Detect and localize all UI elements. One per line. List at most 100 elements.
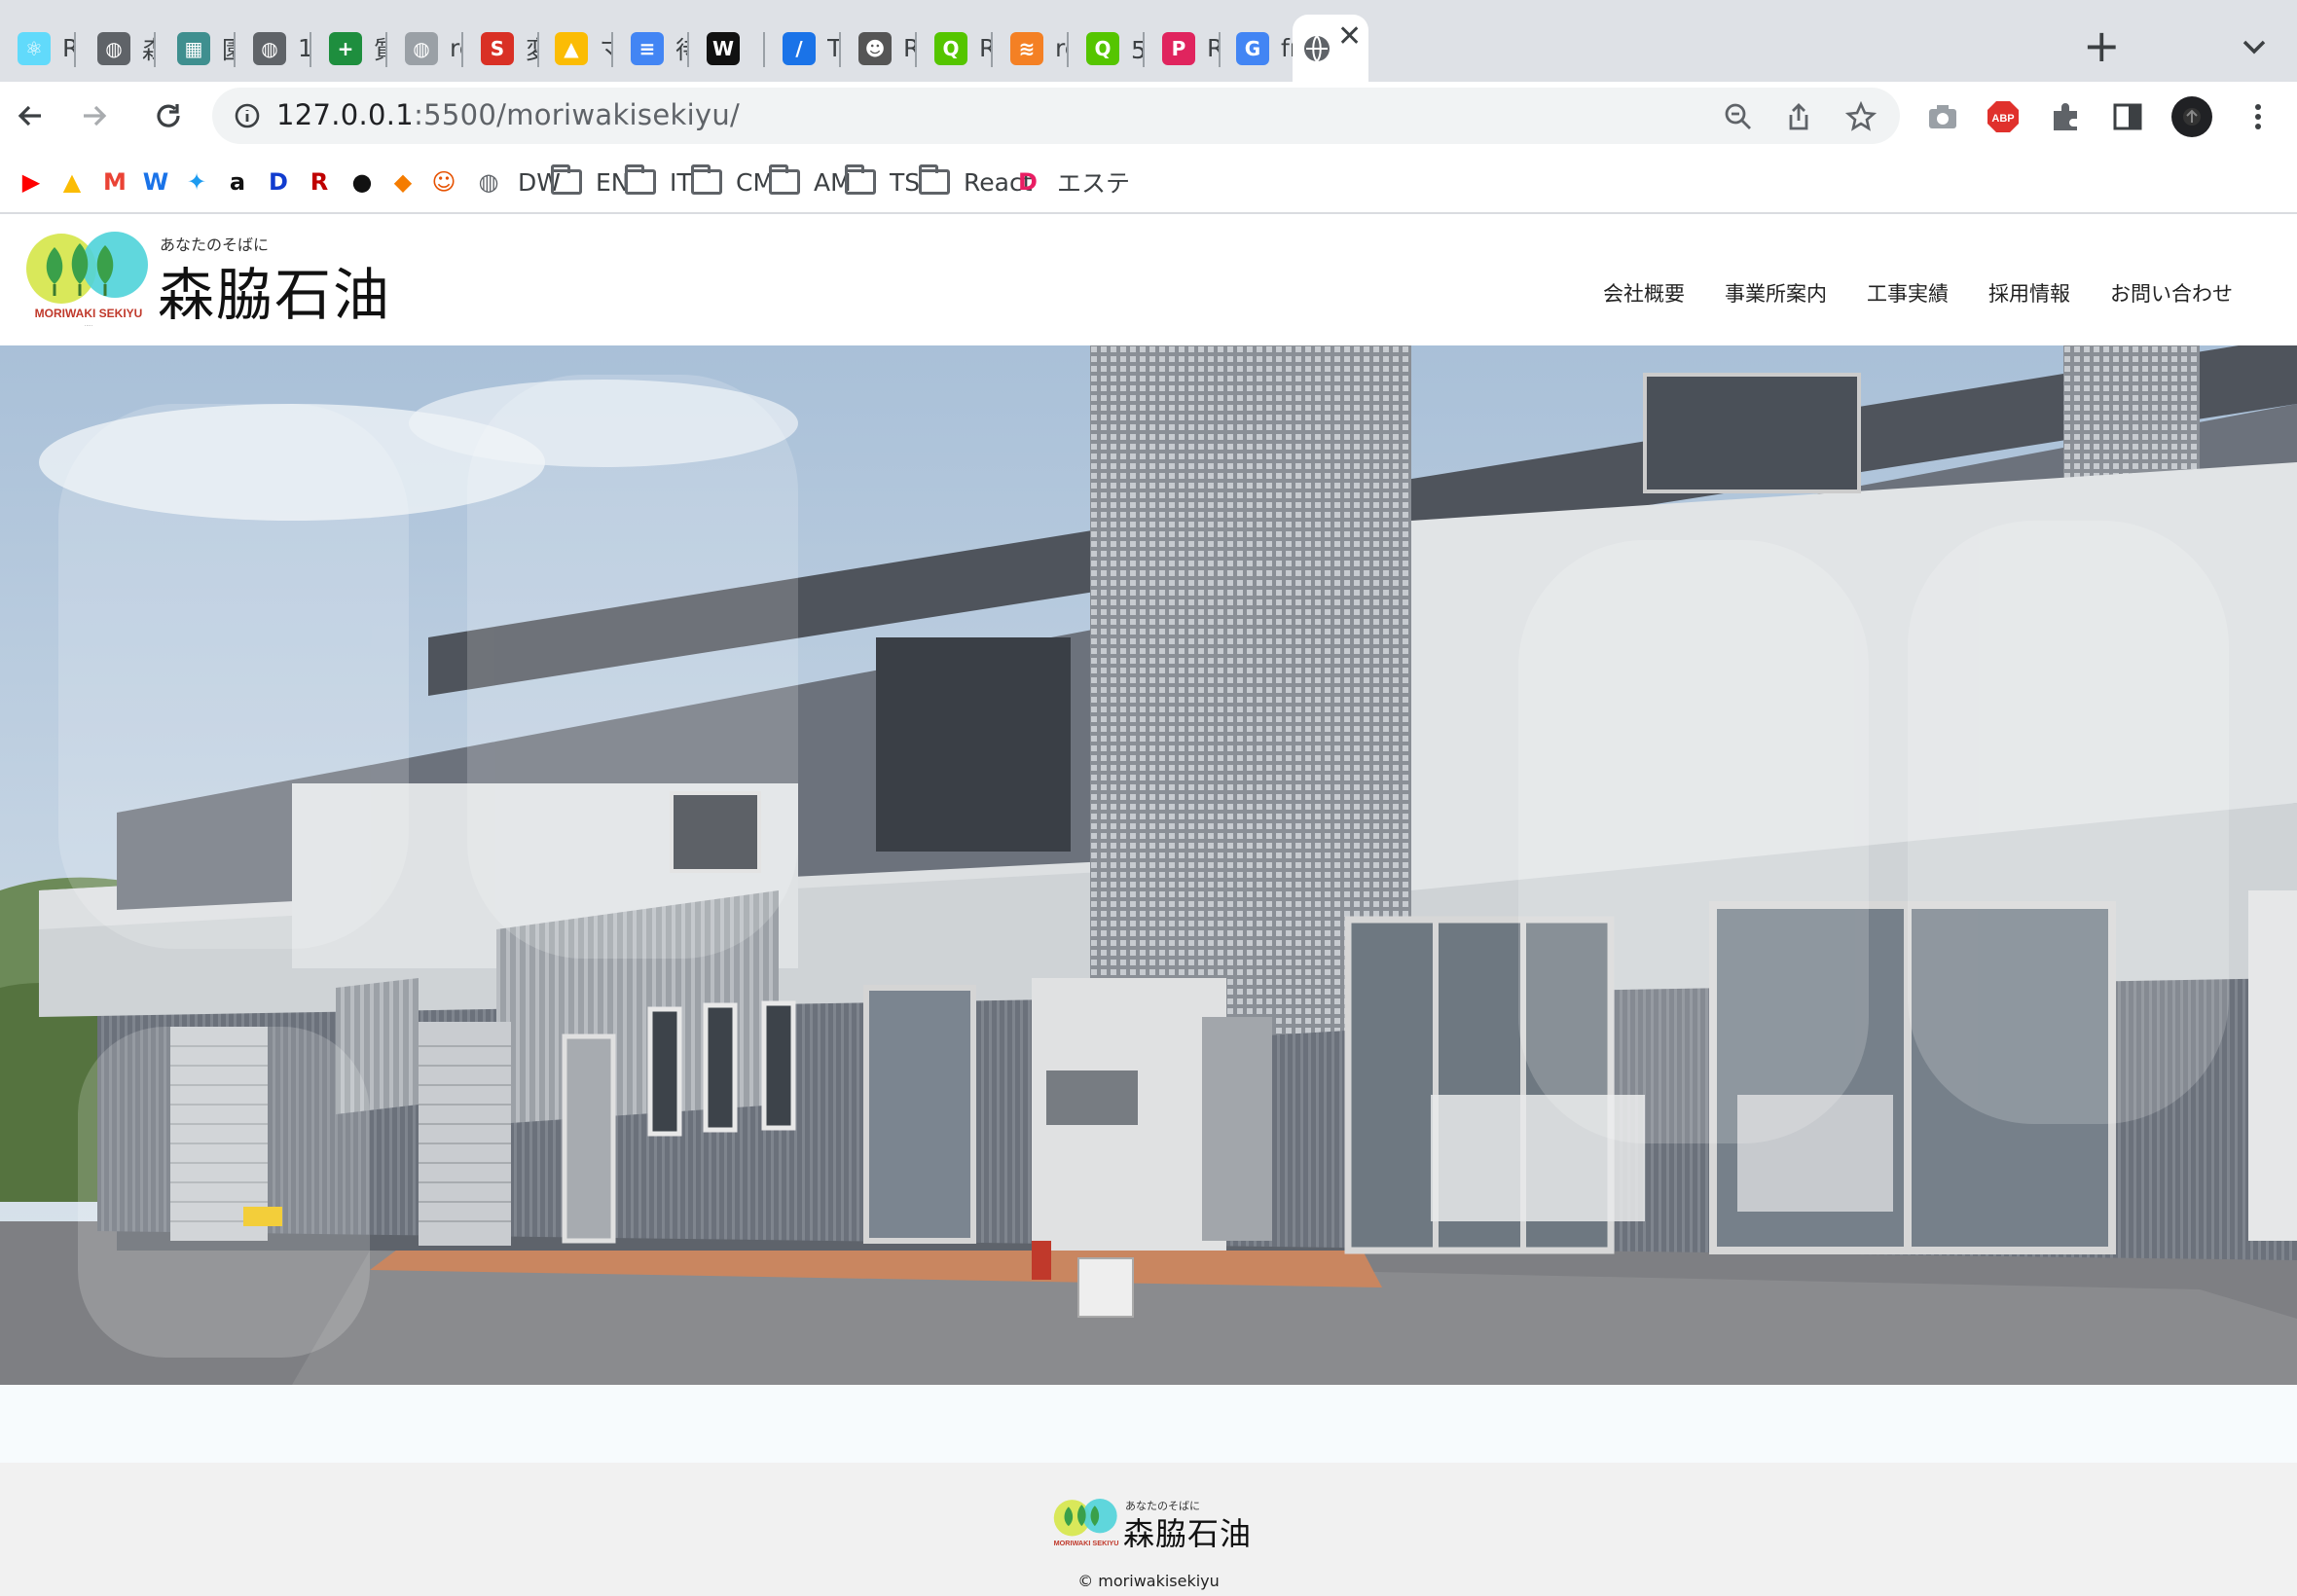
d-icon: D (1018, 168, 1038, 196)
react-icon: ⚛ (18, 31, 51, 65)
tab-9[interactable]: ≡待機 (613, 15, 689, 82)
forward-button[interactable] (74, 95, 115, 136)
bookmark-drive[interactable]: ▲ (56, 165, 88, 199)
new-tab-button[interactable]: + (2083, 23, 2121, 68)
bookmark-twitter[interactable]: ✦ (181, 165, 212, 199)
docs-icon: ≡ (631, 31, 664, 65)
address-bar[interactable]: 127.0.0.1:5500/moriwakisekiyu/ (212, 88, 1900, 144)
bookmark-label: TS (890, 167, 921, 197)
qiita-icon: Q (1086, 31, 1119, 65)
folder-icon (919, 164, 950, 198)
bookmark-face[interactable]: ☺ (428, 165, 459, 199)
nav-contact[interactable]: お問い合わせ (2110, 278, 2233, 308)
bookmark-ts[interactable]: TS (845, 164, 921, 199)
tab-13[interactable]: QRea (917, 15, 993, 82)
youtube-icon: ▶ (21, 168, 41, 196)
nav-recruit[interactable]: 採用情報 (1988, 278, 2070, 308)
zoom-icon[interactable] (1723, 101, 1754, 132)
global-nav: 会社概要 事業所案内 工事実績 採用情報 お問い合わせ (1603, 278, 2233, 308)
close-tab-icon[interactable]: ✕ (1337, 19, 1362, 54)
svg-text:MORIWAKI SEKIYU: MORIWAKI SEKIYU (1054, 1539, 1119, 1547)
tab-3[interactable]: ▦園内 (160, 15, 236, 82)
amazon-icon: a (229, 168, 246, 196)
folder-icon (625, 164, 656, 198)
gmail-icon: M (103, 168, 127, 196)
footer-brand-name: 森脇石油 (1123, 1515, 1253, 1552)
nav-company-overview[interactable]: 会社概要 (1603, 278, 1685, 308)
globe-icon: ◍ (253, 31, 286, 65)
adblock-icon[interactable]: ABP (1986, 99, 2021, 134)
bookmark-エステ[interactable]: D エステ (1012, 165, 1130, 199)
globe-icon: ◍ (97, 31, 130, 65)
bookmark-disney[interactable]: D (263, 165, 294, 199)
folder-icon (845, 164, 876, 198)
globe-icon (1300, 32, 1333, 65)
bookmark-cm[interactable]: CM (691, 164, 774, 199)
bookmark-am[interactable]: AM (769, 164, 852, 199)
bookmark-it[interactable]: IT (625, 164, 692, 199)
tab-15[interactable]: Q5歳 (1069, 15, 1145, 82)
tab-search-icon[interactable] (2237, 29, 2272, 64)
bookmark-github[interactable]: ● (346, 165, 378, 199)
drive-icon: ▲ (62, 168, 82, 196)
svg-text:ABP: ABP (1991, 113, 2014, 125)
extensions-icon[interactable] (2048, 99, 2083, 134)
camera-icon[interactable] (1925, 99, 1960, 134)
tab-2[interactable]: ◍森脇 (80, 15, 156, 82)
url-text: 127.0.0.1:5500/moriwakisekiyu/ (276, 98, 741, 131)
site-info-icon[interactable] (234, 102, 261, 129)
face-icon: ☺ (431, 168, 456, 196)
bookmark-youtube[interactable]: ▶ (16, 165, 47, 199)
menu-icon[interactable] (2241, 99, 2276, 134)
tab-8[interactable]: ▲マイ (537, 15, 613, 82)
tab-12[interactable]: ☻Rea (841, 15, 917, 82)
tab-11[interactable]: /Tail (765, 15, 841, 82)
svg-text:MORIWAKI SEKIYU: MORIWAKI SEKIYU (35, 307, 143, 320)
bookmarks-bar: ▶ ▲ M W ✦ a D R ● ◆ ☺ ◍ DW EN IT CM AM TS React D エステ (0, 150, 2297, 214)
bookmark-star-icon[interactable] (1844, 100, 1878, 132)
plus-icon: + (329, 31, 362, 65)
tab-14[interactable]: ≋rea (993, 15, 1069, 82)
hero-image (0, 345, 2297, 1385)
site-brand-name[interactable]: 森脇石油 (158, 249, 391, 331)
share-icon[interactable] (1783, 101, 1814, 132)
tab-7[interactable]: S変更 (463, 15, 539, 82)
site-header: MORIWAKI SEKIYU ····· あなたのそばに 森脇石油 会社概要 … (0, 214, 2297, 345)
tab-6[interactable]: ◍rea (387, 15, 463, 82)
folder-icon (769, 164, 800, 198)
content-spacer (0, 1385, 2297, 1463)
tab-5[interactable]: +質問 (311, 15, 387, 82)
website: MORIWAKI SEKIYU ····· あなたのそばに 森脇石油 会社概要 … (0, 214, 2297, 1596)
tab-1[interactable]: ⚛React (0, 15, 76, 82)
side-panel-icon[interactable] (2110, 99, 2145, 134)
cube-icon: ◆ (393, 168, 413, 196)
folder-icon (551, 164, 582, 198)
bookmark-rakuten[interactable]: R (304, 165, 335, 199)
bookmark-amazon[interactable]: a (222, 165, 253, 199)
bookmark-dw[interactable]: ◍ DW (473, 165, 561, 199)
s-icon: S (481, 31, 514, 65)
company-logo[interactable]: MORIWAKI SEKIYU ····· (25, 230, 152, 331)
tab-17[interactable]: Gfran (1219, 15, 1294, 82)
back-button[interactable] (10, 95, 51, 136)
bookmark-cube[interactable]: ◆ (387, 165, 419, 199)
nav-works[interactable]: 工事実績 (1867, 278, 1949, 308)
twitter-icon: ✦ (186, 168, 207, 196)
tab-10[interactable]: W【テ (689, 15, 765, 82)
bookmark-label: エステ (1057, 169, 1131, 198)
globe-icon: ◍ (478, 168, 499, 196)
profile-avatar[interactable] (2170, 95, 2213, 138)
w-icon: W (142, 168, 169, 196)
stack-icon: ≋ (1010, 31, 1043, 65)
reload-button[interactable] (148, 95, 189, 136)
bookmark-gmail[interactable]: M (99, 165, 130, 199)
tab-4[interactable]: ◍127 (236, 15, 311, 82)
person-icon: ☻ (858, 31, 892, 65)
tab-16[interactable]: PRea (1145, 15, 1221, 82)
svg-text:·····: ····· (85, 323, 93, 329)
bookmark-en[interactable]: EN (551, 164, 630, 199)
footer-logo[interactable]: MORIWAKI SEKIYU (1051, 1498, 1121, 1550)
bookmark-w[interactable]: W (140, 165, 171, 199)
nav-offices[interactable]: 事業所案内 (1725, 278, 1827, 308)
github-icon: ● (351, 168, 373, 196)
